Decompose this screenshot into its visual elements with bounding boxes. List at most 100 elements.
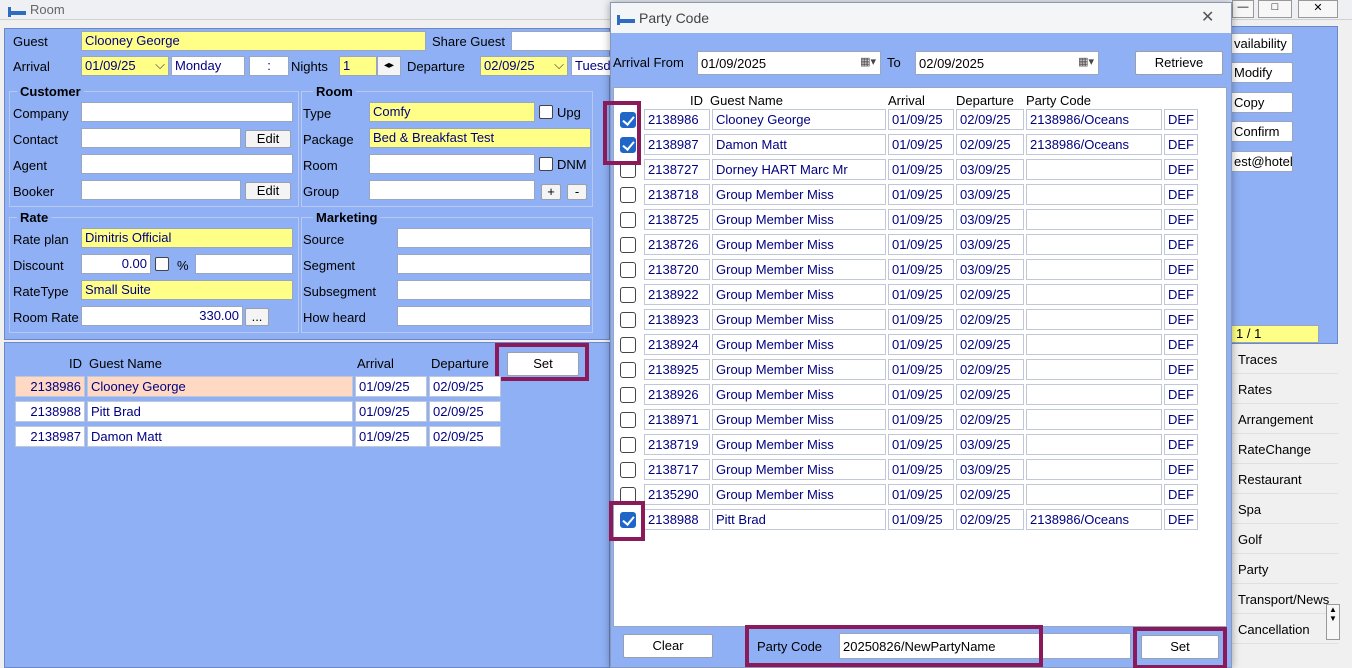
- subsegment-field[interactable]: [397, 280, 591, 300]
- row-checkbox[interactable]: [620, 162, 636, 178]
- row-checkbox[interactable]: [620, 287, 636, 303]
- tab-transport-news[interactable]: Transport/News: [1228, 586, 1338, 614]
- room-rate-more-button[interactable]: ...: [245, 308, 269, 326]
- row-id: 2138924: [644, 334, 710, 355]
- segment-field[interactable]: [397, 254, 591, 274]
- share-guest-field[interactable]: [511, 31, 611, 51]
- nights-field[interactable]: 1: [339, 56, 377, 76]
- row-checkbox[interactable]: [620, 412, 636, 428]
- discount-percent-checkbox[interactable]: [155, 257, 169, 271]
- package-field[interactable]: Bed & Breakfast Test: [369, 128, 591, 148]
- row-departure: 02/09/25: [429, 376, 501, 397]
- from-date-field[interactable]: 01/09/2025 ▦▾: [697, 51, 881, 75]
- group-remove-button[interactable]: -: [567, 184, 587, 200]
- row-checkbox[interactable]: [620, 187, 636, 203]
- contact-edit-button[interactable]: Edit: [245, 130, 291, 148]
- row-checkbox[interactable]: [620, 462, 636, 478]
- tab-party[interactable]: Party: [1228, 556, 1338, 584]
- row-party-code: [1026, 259, 1162, 280]
- copy-button[interactable]: Copy: [1229, 92, 1293, 113]
- source-field[interactable]: [397, 228, 591, 248]
- tab-rates[interactable]: Rates: [1228, 376, 1338, 404]
- group-field[interactable]: [369, 180, 535, 200]
- modify-button[interactable]: Modify: [1229, 62, 1293, 83]
- chevron-down-icon[interactable]: ⌵: [155, 57, 165, 73]
- maximize-button[interactable]: □: [1258, 0, 1292, 18]
- room-number-field[interactable]: [369, 154, 535, 174]
- close-icon[interactable]: ✕: [1201, 7, 1214, 27]
- row-checkbox[interactable]: [620, 337, 636, 353]
- row-id: 2135290: [644, 484, 710, 505]
- customer-heading: Customer: [17, 84, 84, 99]
- company-field[interactable]: [81, 102, 293, 122]
- tab-ratechange[interactable]: RateChange: [1228, 436, 1338, 464]
- calendar-dropdown-icon[interactable]: ▦▾: [1078, 55, 1094, 68]
- booker-field[interactable]: [81, 180, 241, 200]
- set-party-code-button[interactable]: Set: [1141, 635, 1219, 659]
- upg-checkbox[interactable]: [539, 105, 553, 119]
- agent-field[interactable]: [81, 154, 293, 174]
- room-heading: Room: [313, 84, 356, 99]
- chevron-down-icon[interactable]: ⌵: [554, 57, 564, 73]
- booker-edit-button[interactable]: Edit: [245, 182, 291, 200]
- tab-cancellation[interactable]: Cancellation: [1228, 616, 1338, 644]
- retrieve-button[interactable]: Retrieve: [1135, 51, 1223, 75]
- tab-golf[interactable]: Golf: [1228, 526, 1338, 554]
- group-add-button[interactable]: +: [541, 184, 561, 200]
- row-checkbox[interactable]: [620, 362, 636, 378]
- row-arrival: 01/09/25: [888, 334, 954, 355]
- room-rate-field[interactable]: 330.00: [81, 306, 243, 326]
- close-window-button[interactable]: ✕: [1298, 0, 1338, 18]
- calendar-dropdown-icon[interactable]: ▦▾: [860, 55, 876, 68]
- ratetype-field[interactable]: Small Suite: [81, 280, 293, 300]
- email-button[interactable]: est@hotel: [1229, 151, 1293, 172]
- row-code: DEF: [1164, 184, 1198, 205]
- how-heard-field[interactable]: [397, 306, 591, 326]
- row-checkbox[interactable]: [620, 312, 636, 328]
- nights-stepper[interactable]: ◂▸: [377, 56, 401, 76]
- discount-field[interactable]: 0.00: [81, 254, 151, 274]
- discount-extra-field[interactable]: [195, 254, 293, 274]
- row-checkbox[interactable]: [620, 137, 636, 153]
- to-date-field[interactable]: 02/09/2025 ▦▾: [915, 51, 1099, 75]
- availability-button[interactable]: vailability: [1229, 33, 1293, 54]
- row-arrival: 01/09/25: [888, 384, 954, 405]
- rate-plan-field[interactable]: Dimitris Official: [81, 228, 293, 248]
- departure-date-field[interactable]: 02/09/25 ⌵: [480, 56, 568, 76]
- row-checkbox[interactable]: [620, 512, 636, 528]
- tabs-scrollbar[interactable]: ▲ ▼: [1326, 604, 1340, 640]
- row-checkbox[interactable]: [620, 112, 636, 128]
- tab-spa[interactable]: Spa: [1228, 496, 1338, 524]
- row-checkbox[interactable]: [620, 437, 636, 453]
- row-arrival: 01/09/25: [355, 401, 427, 422]
- nights-label: Nights: [291, 59, 328, 74]
- row-code: DEF: [1164, 159, 1198, 180]
- row-checkbox[interactable]: [620, 387, 636, 403]
- row-guest-name: Group Member Miss: [712, 409, 886, 430]
- confirm-button[interactable]: Confirm: [1229, 121, 1293, 142]
- contact-field[interactable]: [81, 128, 241, 148]
- minimize-button[interactable]: —: [1232, 0, 1254, 18]
- tab-traces[interactable]: Traces: [1228, 346, 1338, 374]
- row-code: DEF: [1164, 359, 1198, 380]
- row-checkbox[interactable]: [620, 212, 636, 228]
- row-arrival: 01/09/25: [888, 434, 954, 455]
- row-checkbox[interactable]: [620, 237, 636, 253]
- row-checkbox[interactable]: [620, 487, 636, 503]
- row-id: 2138922: [644, 284, 710, 305]
- room-form-panel: Guest Clooney George Share Guest Arrival…: [4, 28, 611, 340]
- arrival-date-field[interactable]: 01/09/25 ⌵: [81, 56, 169, 76]
- guest-field[interactable]: Clooney George: [81, 31, 426, 51]
- clear-button[interactable]: Clear: [623, 634, 713, 658]
- row-id: 2138720: [644, 259, 710, 280]
- set-button[interactable]: Set: [507, 352, 579, 376]
- arrival-time-field[interactable]: :: [249, 56, 289, 76]
- grid-header-departure: Departure: [956, 93, 1014, 108]
- row-departure: 03/09/25: [956, 184, 1024, 205]
- party-code-input[interactable]: 20250826/NewPartyName: [839, 633, 1131, 659]
- row-checkbox[interactable]: [620, 262, 636, 278]
- dnm-checkbox[interactable]: [539, 157, 553, 171]
- tab-restaurant[interactable]: Restaurant: [1228, 466, 1338, 494]
- tab-arrangement[interactable]: Arrangement: [1228, 406, 1338, 434]
- type-field[interactable]: Comfy: [369, 102, 535, 122]
